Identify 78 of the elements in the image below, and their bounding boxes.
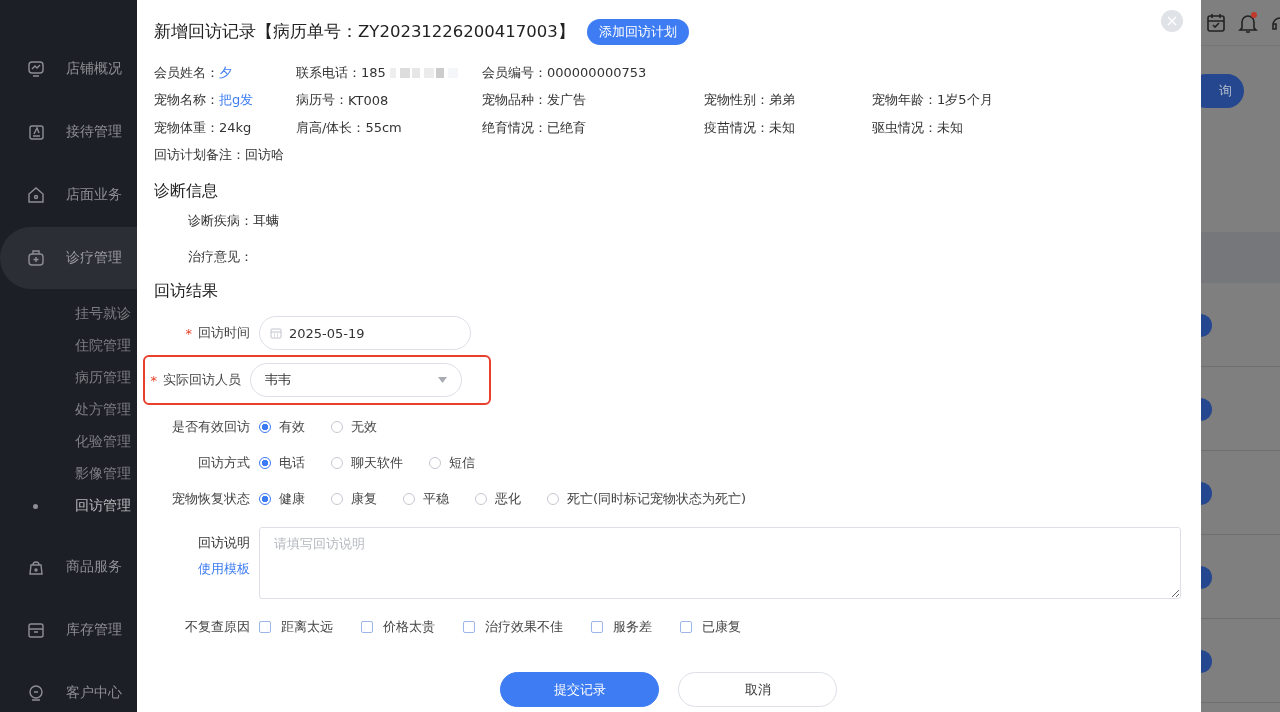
radio-label[interactable]: 恶化 (495, 490, 521, 508)
info-value: 耳螨 (253, 212, 279, 230)
description-field[interactable]: 请填写回访说明 (259, 527, 1181, 599)
info-label: 会员编号： (482, 63, 547, 82)
sidebar-subitem[interactable]: 住院管理 (0, 330, 137, 362)
info-label: 宠物体重： (154, 118, 219, 137)
field-label: 实际回访人员 (163, 371, 241, 389)
info-label: 病历号： (296, 91, 348, 110)
info-label: 驱虫情况： (872, 118, 937, 137)
info-label: 会员姓名： (154, 63, 219, 82)
info-label: 回访计划备注： (154, 146, 245, 165)
info-label: 肩高/体长： (296, 118, 366, 137)
checkbox-label[interactable]: 已康复 (702, 618, 741, 636)
info-link[interactable]: 把g发 (219, 91, 254, 110)
info-value: 55cm (365, 120, 402, 136)
info-link[interactable]: 夕 (219, 63, 232, 82)
sidebar-subitem[interactable]: 病历管理 (0, 362, 137, 394)
info-value: 发广告 (547, 91, 586, 110)
cancel-button[interactable]: 取消 (678, 672, 837, 707)
radio-label[interactable]: 康复 (351, 490, 377, 508)
info-value: 000000000753 (547, 65, 647, 81)
sidebar-item[interactable]: 库存管理 (0, 599, 137, 661)
checkbox-label[interactable]: 服务差 (613, 618, 652, 636)
radio-label[interactable]: 短信 (449, 454, 475, 472)
info-value: 回访哈 (245, 146, 284, 165)
sidebar-item[interactable]: 店面业务 (0, 164, 137, 226)
info-value: 185 (361, 65, 386, 81)
info-value: KT008 (348, 92, 389, 108)
submit-button[interactable]: 提交记录 (500, 672, 659, 707)
info-value: 1岁5个月 (937, 91, 993, 110)
checkbox-label[interactable]: 治疗效果不佳 (485, 618, 563, 636)
info-label: 绝育情况： (482, 118, 547, 137)
field-label: 不复查原因 (185, 618, 250, 636)
dialog-title: 新增回访记录【病历单号：ZY20231226200417003】 (154, 21, 575, 43)
field-label: 回访方式 (198, 454, 250, 472)
search-button[interactable]: 询 (1201, 74, 1244, 108)
template-link[interactable]: 使用模板 (198, 560, 250, 578)
sidebar-item[interactable]: 接待管理 (0, 101, 137, 163)
sidebar-subitem[interactable]: 挂号就诊 (0, 298, 137, 330)
radio-label[interactable]: 平稳 (423, 490, 449, 508)
sidebar-subitem[interactable]: 化验管理 (0, 426, 137, 458)
info-value: 未知 (937, 118, 963, 137)
info-label: 宠物性别： (704, 91, 769, 110)
sidebar-subitem[interactable]: 回访管理 (0, 490, 137, 522)
radio-label[interactable]: 无效 (351, 418, 377, 436)
info-label: 宠物年龄： (872, 91, 937, 110)
info-label: 宠物品种： (482, 91, 547, 110)
required-mark: * (185, 325, 192, 341)
field-label: 回访时间 (198, 324, 250, 342)
info-label: 治疗意见： (188, 248, 253, 266)
sidebar-item[interactable]: 客户中心 (0, 662, 137, 712)
info-label: 疫苗情况： (704, 118, 769, 137)
radio-label[interactable]: 健康 (279, 490, 305, 508)
section-title: 回访结果 (154, 280, 219, 302)
radio-label[interactable]: 电话 (279, 454, 305, 472)
field-label: 回访说明 (198, 534, 250, 552)
info-value: 已绝育 (547, 118, 586, 137)
sidebar-item[interactable]: 店铺概况 (0, 38, 137, 100)
info-value: 弟弟 (769, 91, 795, 110)
field-label: 宠物恢复状态 (172, 490, 250, 508)
info-label: 诊断疾病： (188, 212, 253, 230)
add-plan-button[interactable]: 添加回访计划 (586, 19, 689, 45)
section-title: 诊断信息 (154, 180, 219, 202)
radio-label[interactable]: 有效 (279, 418, 305, 436)
info-value: 未知 (769, 118, 795, 137)
info-value: 24kg (219, 120, 252, 136)
field-label: 是否有效回访 (172, 418, 250, 436)
info-label: 联系电话： (296, 63, 361, 82)
sidebar-item[interactable]: 诊疗管理 (0, 227, 137, 289)
checkbox-label[interactable]: 距离太远 (281, 618, 333, 636)
sidebar-subitem[interactable]: 处方管理 (0, 394, 137, 426)
checkbox-label[interactable]: 价格太贵 (383, 618, 435, 636)
sidebar-subitem[interactable]: 影像管理 (0, 458, 137, 490)
radio-label[interactable]: 死亡(同时标记宠物状态为死亡) (567, 490, 747, 508)
required-mark: * (150, 372, 157, 388)
sidebar-item[interactable]: 商品服务 (0, 536, 137, 598)
radio-label[interactable]: 聊天软件 (351, 454, 403, 472)
info-label: 宠物名称： (154, 91, 219, 110)
